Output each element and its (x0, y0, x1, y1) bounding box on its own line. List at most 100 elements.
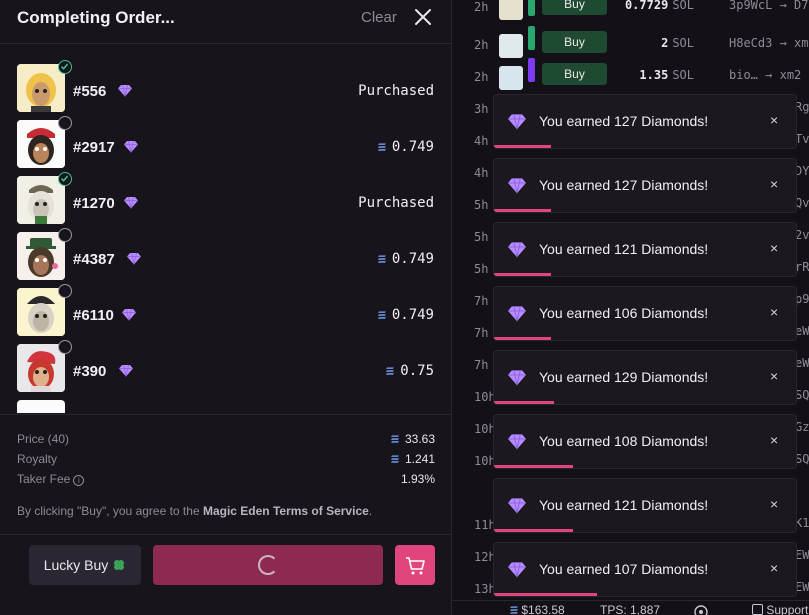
order-item: #1270 Purchased (0, 172, 451, 228)
item-price: 0.749 (377, 307, 434, 323)
royalty-value: 1.241 (404, 452, 435, 466)
settings-icon[interactable] (692, 603, 710, 615)
taker-fee-row: Taker Fee i 1.93% (17, 472, 435, 490)
price-amount: 2 (661, 36, 669, 50)
activity-time: 3h (474, 102, 489, 116)
activity-time: 2h (474, 38, 489, 52)
toast-progress-bar (494, 401, 555, 404)
activity-address-edge: EW (795, 548, 809, 562)
toast-close-icon[interactable]: × (770, 176, 778, 192)
taker-fee-value: 1.93% (400, 472, 435, 486)
toast-close-icon[interactable]: × (770, 432, 778, 448)
price-value: 0.749 (391, 139, 434, 155)
from-address: bio… (729, 68, 758, 82)
sol-icon (510, 606, 518, 614)
status-bar: $163.58 TPS: 1,887 Support (452, 600, 809, 615)
activity-addresses[interactable]: bio… → xm2 (729, 68, 801, 82)
toast-progress-bar (494, 145, 552, 148)
price-value: 0.749 (391, 251, 434, 267)
item-price: 0.749 (377, 251, 434, 267)
pending-spinner-icon (58, 116, 72, 130)
toast-close-icon[interactable]: × (770, 240, 778, 256)
activity-time: 5h (474, 262, 489, 276)
toast-close-icon[interactable]: × (770, 560, 778, 576)
diamond-icon (127, 252, 141, 265)
taker-fee-label: Taker Fee (17, 472, 71, 486)
buy-button[interactable] (153, 545, 383, 585)
close-icon[interactable] (412, 6, 434, 28)
terms-prefix: By clicking "Buy", you agree to the (17, 504, 203, 518)
activity-address-edge: SQ (795, 452, 809, 466)
price-row: Price (40) 33.63 (17, 432, 435, 450)
info-icon[interactable]: i (73, 475, 85, 486)
toast-progress-bar (494, 209, 552, 212)
sol-icon (377, 143, 386, 151)
sol-icon (390, 455, 399, 463)
nft-thumbnail (17, 232, 65, 280)
toast-progress-bar (494, 273, 552, 276)
diamond-toast: You earned 108 Diamonds! × (493, 414, 797, 469)
activity-time: 2h (474, 0, 489, 14)
toast-message: You earned 121 Diamonds! (539, 497, 709, 513)
order-item: #4387 0.749 (0, 228, 451, 284)
nft-thumbnail (17, 120, 65, 168)
toast-message: You earned 108 Diamonds! (539, 433, 709, 449)
activity-addresses[interactable]: 3p9WcL → D7 (729, 0, 809, 12)
toast-progress-bar (494, 593, 597, 596)
order-panel: Completing Order... Clear #556 Purchased… (0, 0, 452, 615)
sol-icon (386, 367, 395, 375)
nft-thumbnail (17, 64, 65, 112)
activity-time: 7h (474, 326, 489, 340)
order-item: #390 0.75 (0, 340, 451, 396)
toast-message: You earned 129 Diamonds! (539, 369, 709, 385)
activity-row[interactable]: 2h Buy 2SOL H8eCd3 → xm2 (452, 26, 809, 62)
diamond-toast: You earned 106 Diamonds! × (493, 286, 797, 341)
token-id: #556 (73, 83, 107, 100)
purchase-status: Purchased (358, 195, 434, 211)
activity-buy-button[interactable]: Buy (542, 31, 607, 53)
to-address: D7 (794, 0, 809, 12)
activity-buy-button[interactable]: Buy (542, 63, 607, 85)
item-price: 0.75 (386, 363, 434, 379)
cart-button[interactable] (395, 545, 435, 585)
price-unit: SOL (672, 36, 694, 50)
price-amount: 0.7729 (624, 0, 669, 12)
diamond-toast: You earned 121 Diamonds! × (493, 478, 797, 533)
support-link[interactable]: Support (752, 603, 808, 615)
activity-address-edge: Rg (795, 100, 809, 114)
nft-thumbnail (17, 176, 65, 224)
terms-notice: By clicking "Buy", you agree to the Magi… (17, 504, 372, 518)
toast-close-icon[interactable]: × (770, 496, 778, 512)
activity-addresses[interactable]: H8eCd3 → xm2 (729, 36, 809, 50)
order-item (0, 400, 451, 413)
rarity-bar (528, 0, 535, 16)
toast-progress-bar (494, 337, 552, 340)
diamond-icon (508, 562, 526, 578)
activity-thumbnail (499, 66, 523, 90)
activity-address-edge: SQ (795, 388, 809, 402)
activity-address-edge: rR (795, 260, 809, 274)
toast-progress-bar (494, 465, 573, 468)
diamond-icon (124, 196, 138, 209)
nft-thumbnail (17, 400, 65, 413)
terms-link[interactable]: Magic Eden Terms of Service (203, 504, 369, 518)
activity-row[interactable]: 2h Buy 1.35 SOL bio… → xm2 (452, 58, 809, 94)
nft-thumbnail (17, 344, 65, 392)
diamond-toast: You earned 121 Diamonds! × (493, 222, 797, 277)
toast-message: You earned 121 Diamonds! (539, 241, 709, 257)
diamond-toast: You earned 129 Diamonds! × (493, 350, 797, 405)
toast-message: You earned 127 Diamonds! (539, 177, 709, 193)
activity-buy-button[interactable]: Buy (542, 0, 607, 15)
lucky-buy-label: Lucky Buy (43, 557, 109, 573)
price-value: 0.749 (391, 307, 434, 323)
sol-icon (377, 255, 386, 263)
activity-address-edge: p9 (795, 292, 809, 306)
clear-button[interactable]: Clear (361, 9, 397, 26)
lucky-buy-button[interactable]: Lucky Buy (29, 545, 141, 585)
toast-close-icon[interactable]: × (770, 112, 778, 128)
activity-row[interactable]: 2h Buy 0.7729 SOL 3p9WcL → D7 (452, 0, 809, 24)
toast-close-icon[interactable]: × (770, 368, 778, 384)
support-label: Support (766, 603, 809, 615)
sol-icon (377, 311, 386, 319)
toast-close-icon[interactable]: × (770, 304, 778, 320)
